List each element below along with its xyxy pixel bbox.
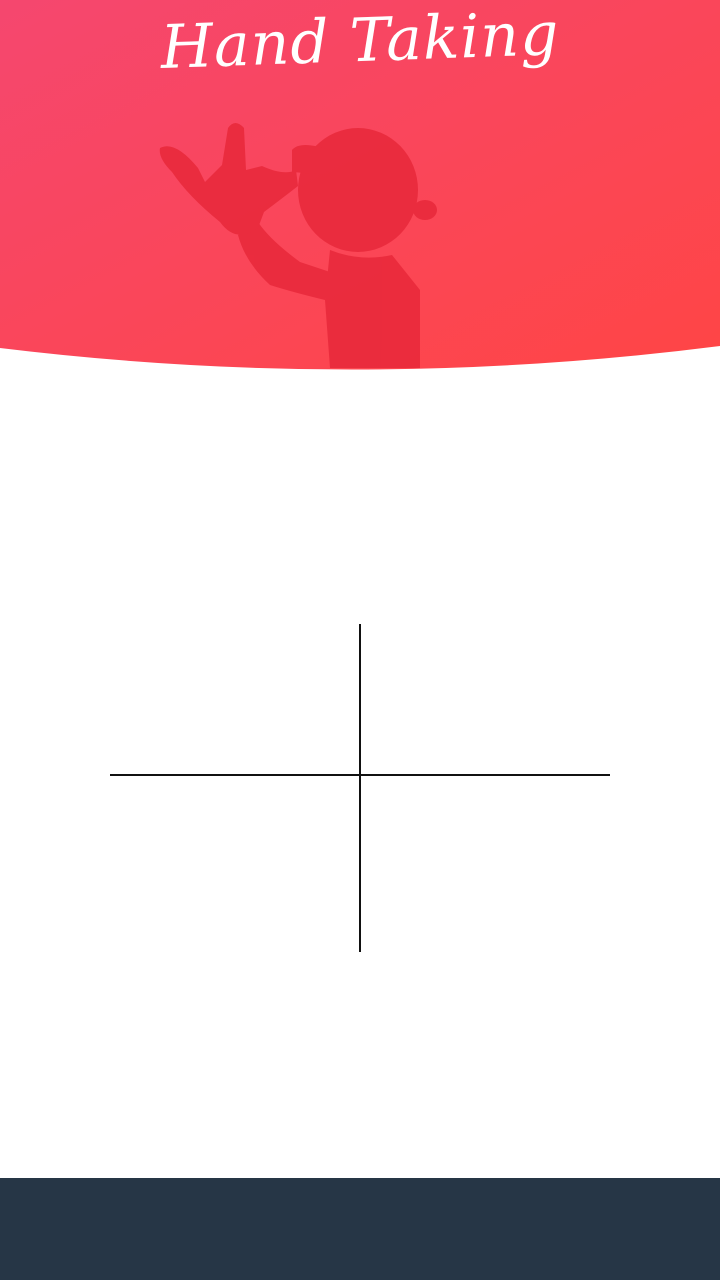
crosshair-horizontal-line [110, 774, 610, 776]
crosshair-vertical-line [359, 624, 361, 952]
app-screen: Hand Taking [0, 0, 720, 1280]
header-banner: Hand Taking [0, 0, 720, 375]
bottom-bar [0, 1178, 720, 1280]
